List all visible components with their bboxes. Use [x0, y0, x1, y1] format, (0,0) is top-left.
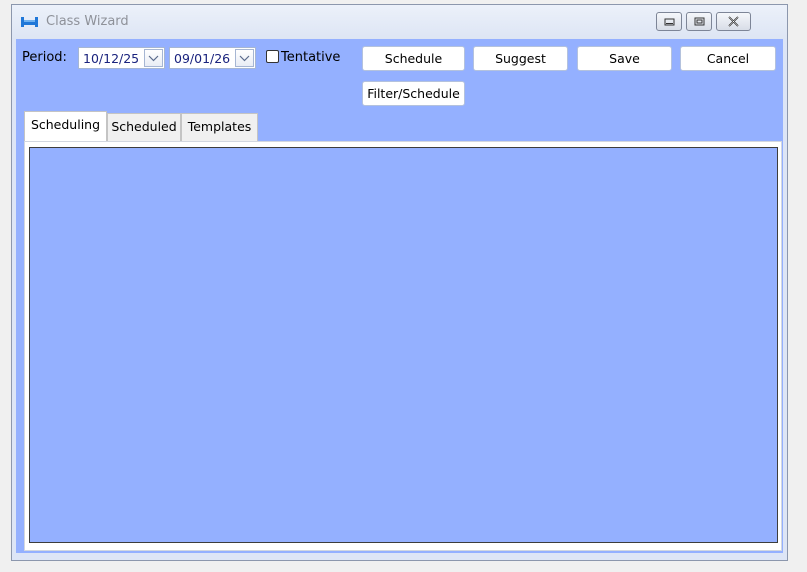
schedule-canvas[interactable]: [29, 147, 778, 543]
start-date-picker[interactable]: 10/12/25: [78, 47, 165, 69]
app-icon: [21, 17, 38, 27]
scheduling-tab-panel: [24, 141, 782, 551]
cancel-button[interactable]: Cancel: [680, 46, 776, 71]
end-date-dropdown[interactable]: [235, 49, 254, 67]
tentative-label[interactable]: Tentative: [281, 50, 340, 65]
end-date-value: 09/01/26: [174, 51, 231, 66]
start-date-value: 10/12/25: [83, 51, 140, 66]
start-date-dropdown[interactable]: [144, 49, 163, 67]
save-button[interactable]: Save: [577, 46, 672, 71]
close-button[interactable]: [716, 12, 751, 31]
tab-scheduling[interactable]: Scheduling: [24, 111, 107, 141]
chevron-down-icon: [239, 55, 250, 62]
restore-button[interactable]: [686, 12, 712, 31]
suggest-button[interactable]: Suggest: [473, 46, 568, 71]
filter-schedule-button[interactable]: Filter/Schedule: [362, 81, 465, 106]
client-area: Period: 10/12/25 09/01/26 Tentative Sche…: [16, 39, 783, 553]
period-label: Period:: [22, 50, 67, 65]
minimize-button[interactable]: [656, 12, 682, 31]
minimize-icon: [664, 18, 675, 26]
window-title: Class Wizard: [46, 14, 129, 29]
tentative-checkbox[interactable]: [266, 50, 279, 63]
tab-templates[interactable]: Templates: [181, 113, 258, 141]
close-icon: [728, 16, 739, 27]
schedule-button[interactable]: Schedule: [362, 46, 465, 71]
restore-icon: [694, 17, 705, 26]
chevron-down-icon: [148, 55, 159, 62]
end-date-picker[interactable]: 09/01/26: [169, 47, 256, 69]
title-bar[interactable]: Class Wizard: [12, 5, 787, 39]
class-wizard-window: Class Wizard Period: 10/12/25 09/01/26 T…: [11, 4, 788, 561]
tab-scheduled[interactable]: Scheduled: [107, 113, 181, 141]
